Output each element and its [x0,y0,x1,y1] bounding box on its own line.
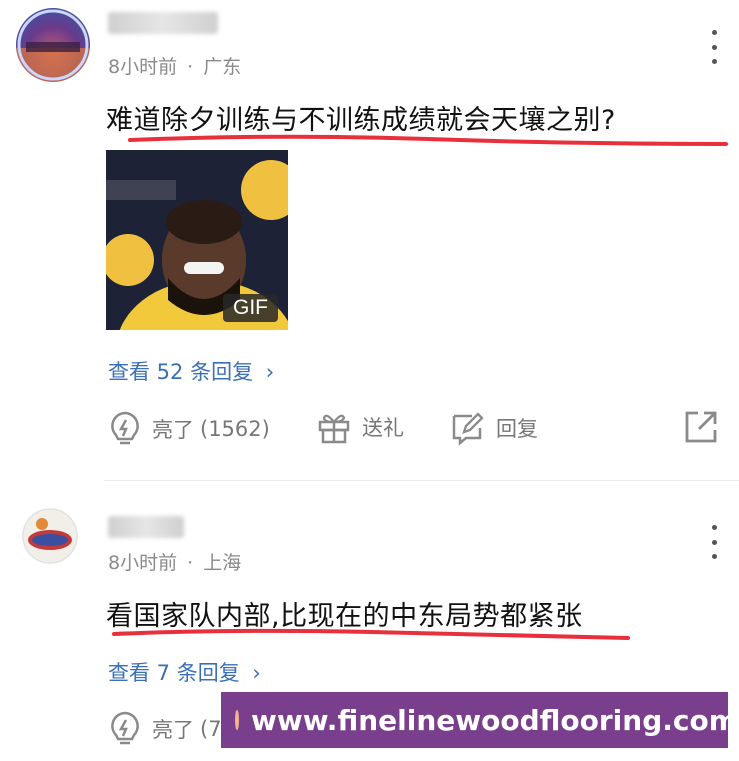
chevron-right-icon: › [265,360,275,384]
view-replies-text[interactable]: 查看 52 条回复 [108,360,253,384]
avatar-logo-image [22,508,78,564]
watermark-text: www.finelinewoodflooring.com [251,703,738,737]
reply-button[interactable]: 回复 [450,410,538,446]
gift-label: 送礼 [362,416,404,440]
comment-time: 8小时前 [108,56,178,78]
like-count: (1562) [200,417,270,441]
reply-label: 回复 [496,417,538,441]
comment-meta: 8小时前 · 上海 [108,548,241,575]
meta-separator: · [187,56,194,78]
comment-location: 上海 [203,552,242,574]
red-underline-annotation [112,628,630,640]
view-replies-text[interactable]: 查看 7 条回复 [108,661,240,685]
username-redacted[interactable] [108,516,184,538]
red-underline-annotation [128,134,728,146]
like-button[interactable]: 亮了 (1562) [108,410,270,448]
like-label: 亮了 [152,418,194,442]
watermark-banner: www.finelinewoodflooring.com [221,692,738,748]
lightbulb-icon [111,711,139,745]
view-replies-link[interactable]: 查看 52 条回复 › [108,356,274,386]
comment-meta: 8小时前 · 广东 [108,52,241,79]
share-icon[interactable] [684,410,718,448]
like-button[interactable]: 亮了 (78 [108,710,235,748]
lightbulb-icon [111,411,139,445]
comment-location: 广东 [203,56,242,78]
more-options-icon[interactable] [704,525,724,559]
username-redacted[interactable] [108,12,218,34]
watermark-dot-icon [235,710,239,730]
comment-divider [104,480,739,481]
gift-icon [318,414,350,444]
chevron-right-icon: › [252,661,261,685]
comment-time: 8小时前 [108,552,178,574]
view-replies-link[interactable]: 查看 7 条回复 › [108,657,261,687]
commenter-avatar[interactable] [16,8,90,82]
like-label: 亮了 [152,718,194,742]
gift-button[interactable]: 送礼 [316,410,404,444]
gif-badge: GIF [223,294,278,322]
commenter-avatar[interactable] [22,508,78,564]
more-options-icon[interactable] [704,30,724,64]
edit-reply-icon [452,412,484,446]
avatar-sunset-image [16,9,90,82]
meta-separator: · [187,552,194,574]
comment-gif-image[interactable]: GIF [106,150,288,330]
